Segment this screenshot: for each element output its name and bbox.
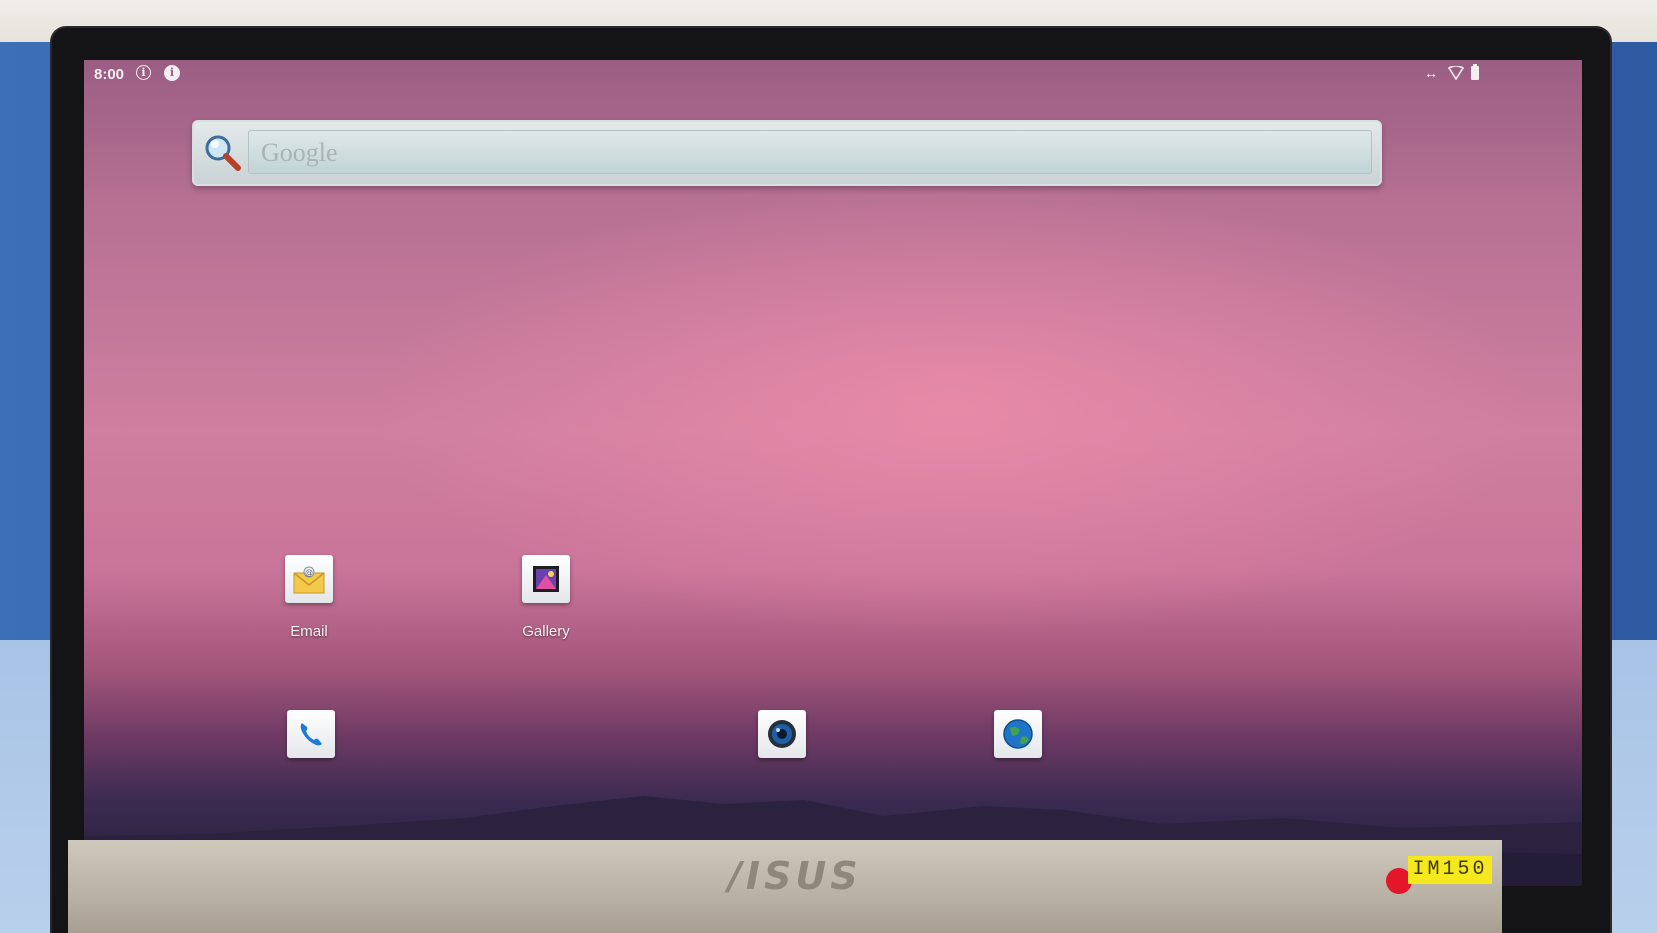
- browser-globe-icon[interactable]: [994, 710, 1042, 758]
- gallery-icon[interactable]: [522, 555, 570, 603]
- app-gallery[interactable]: Gallery: [491, 555, 601, 640]
- app-email[interactable]: @ Email: [254, 555, 364, 640]
- dock-camera[interactable]: [727, 710, 837, 758]
- status-time: 8:00: [94, 66, 125, 83]
- svg-text:@: @: [305, 568, 313, 577]
- info-outline-icon: i: [136, 65, 151, 80]
- asset-sticker: IM150: [1408, 856, 1492, 884]
- data-arrows-icon: ↔: [1424, 65, 1438, 81]
- magnifier-icon[interactable]: [202, 132, 242, 172]
- phone-icon[interactable]: [287, 710, 335, 758]
- google-search-widget[interactable]: Google: [192, 120, 1382, 186]
- dock-browser[interactable]: [963, 710, 1073, 758]
- monitor-chin: /ISUS IM150: [68, 840, 1502, 933]
- camera-icon[interactable]: [758, 710, 806, 758]
- android-home-screen: 8:00 i i ↔ Google @ Email Gallery: [84, 60, 1582, 886]
- dock-phone[interactable]: [256, 710, 366, 758]
- battery-icon: [1471, 64, 1479, 80]
- status-bar: 8:00 i i ↔: [84, 60, 1582, 88]
- search-input[interactable]: Google: [248, 130, 1372, 174]
- wifi-icon: [1448, 66, 1464, 80]
- photo-background: 8:00 i i ↔ Google @ Email Gallery /ISUS …: [0, 0, 1657, 933]
- email-icon[interactable]: @: [285, 555, 333, 603]
- app-label-gallery: Gallery: [522, 623, 570, 640]
- info-filled-icon: i: [164, 65, 180, 81]
- app-label-email: Email: [290, 623, 328, 640]
- brand-logo: /ISUS: [728, 854, 862, 898]
